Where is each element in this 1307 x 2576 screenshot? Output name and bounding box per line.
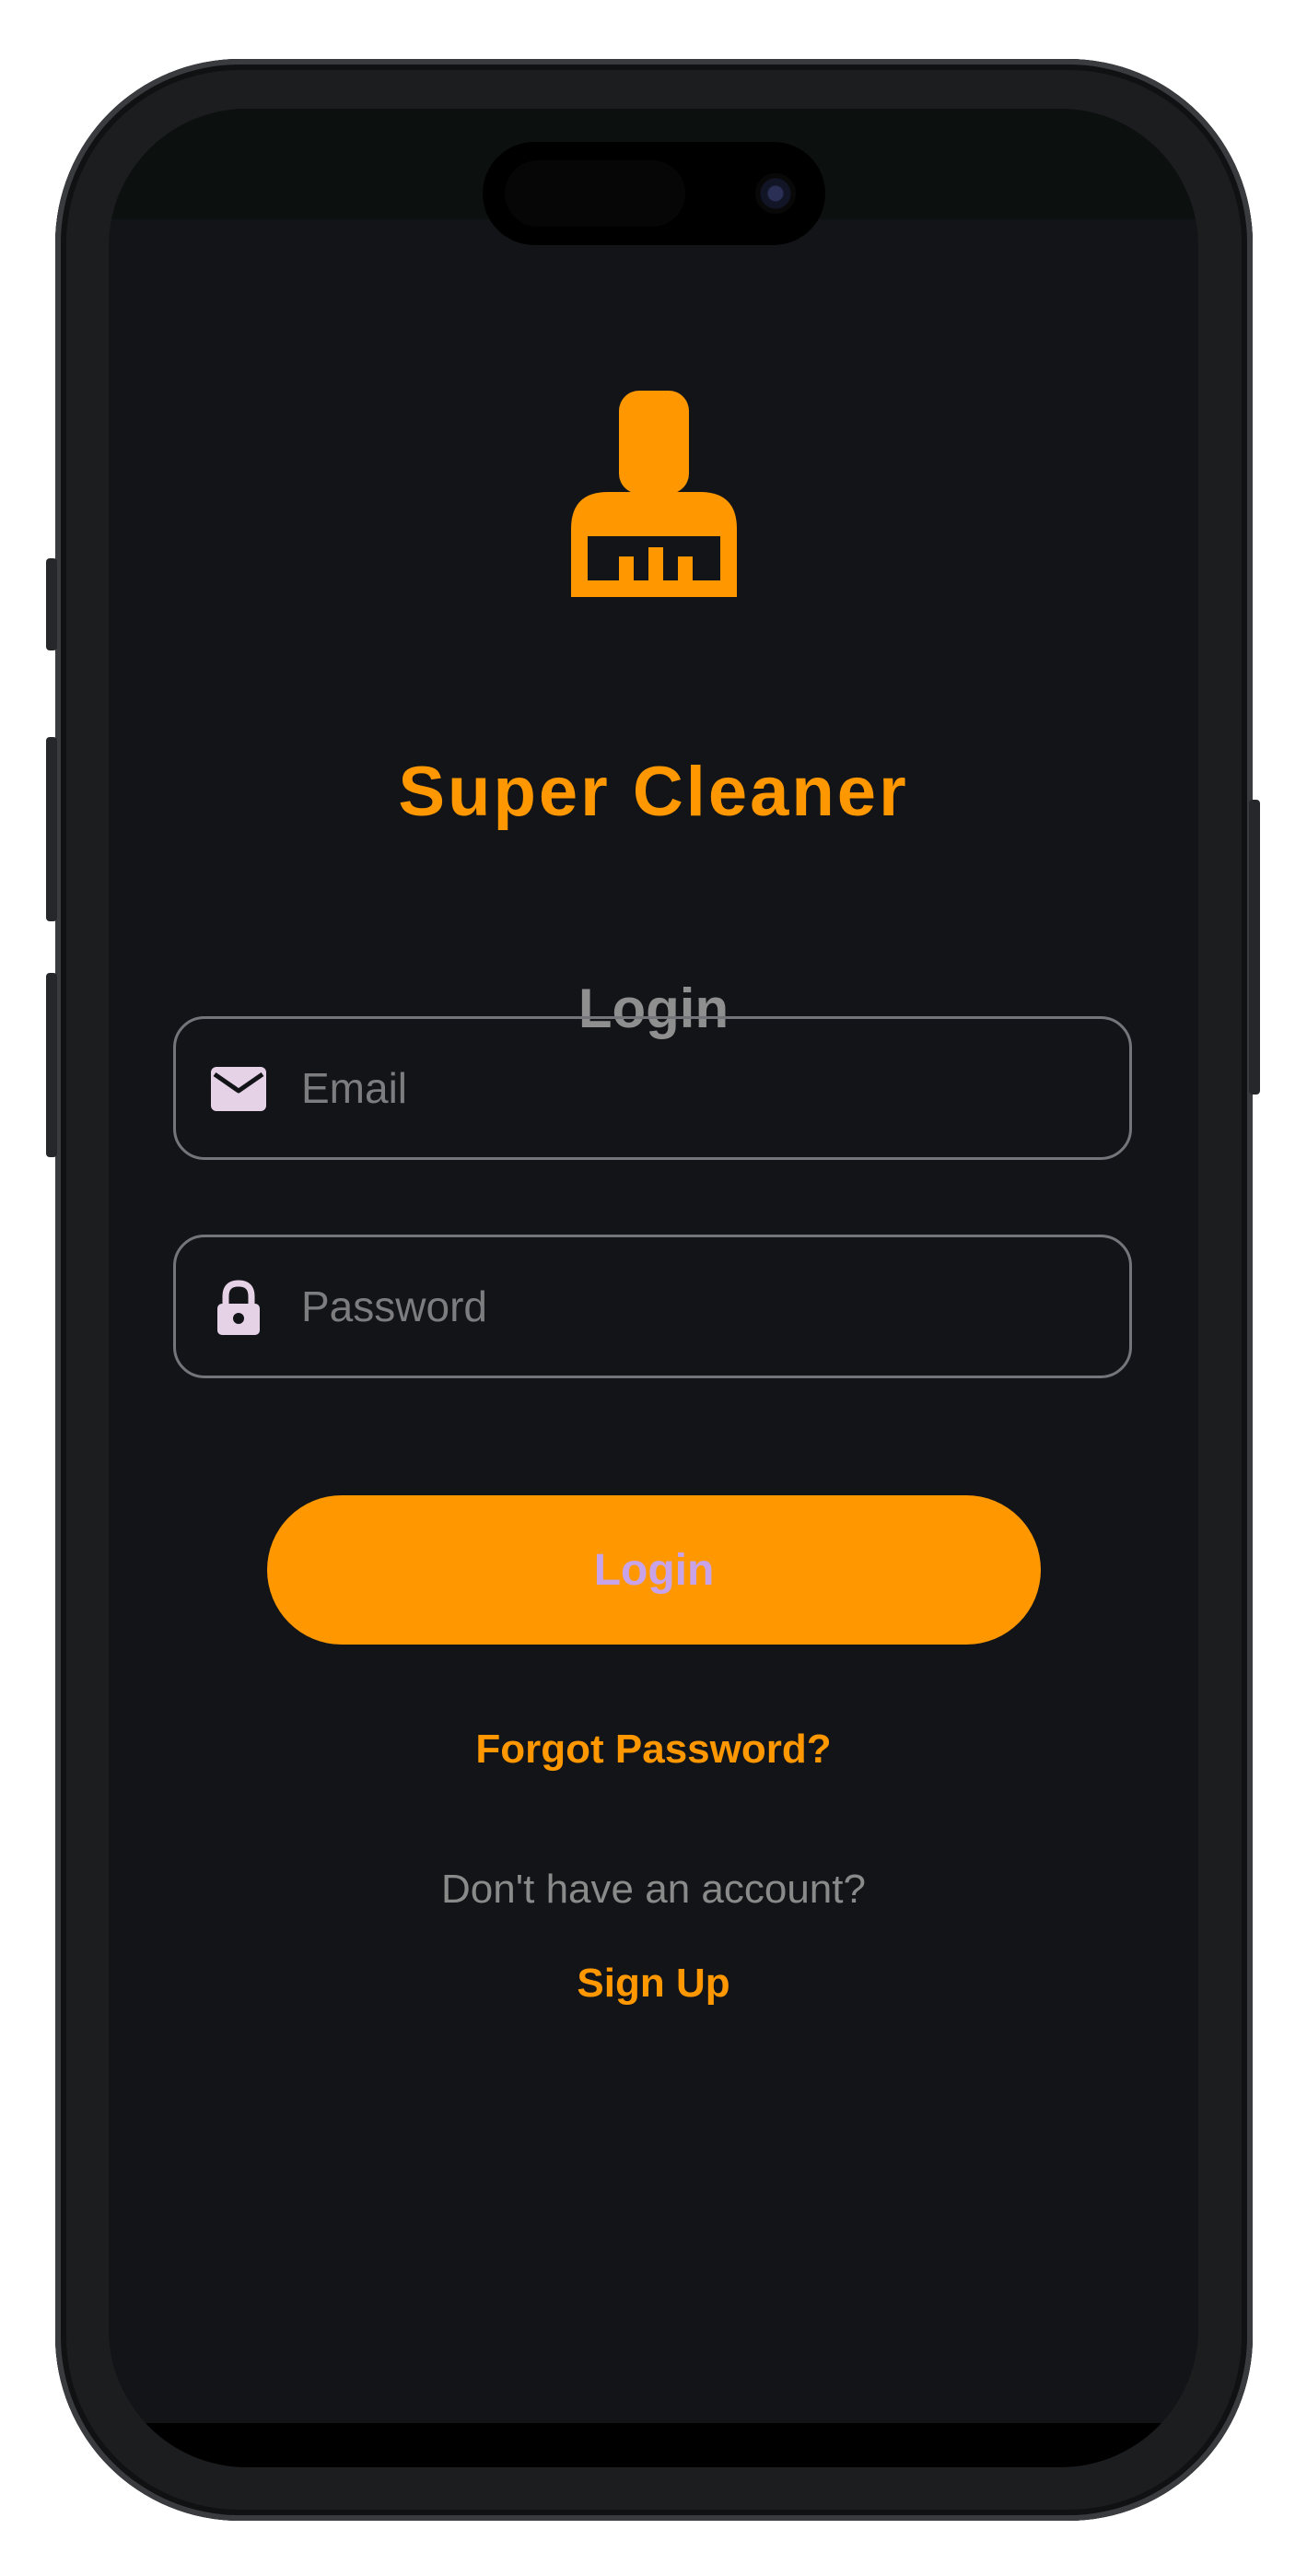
volume-down-button bbox=[46, 973, 57, 1157]
dynamic-island bbox=[483, 142, 825, 245]
action-button bbox=[46, 558, 57, 650]
volume-up-button bbox=[46, 737, 57, 921]
no-account-text: Don't have an account? bbox=[441, 1867, 866, 1912]
forgot-password-link[interactable]: Forgot Password? bbox=[109, 1727, 1198, 1773]
app-screen: Super Cleaner Login Login Forgot Passwor… bbox=[109, 109, 1198, 2467]
password-field[interactable] bbox=[173, 1235, 1132, 1378]
login-button[interactable]: Login bbox=[267, 1495, 1041, 1645]
email-input[interactable] bbox=[301, 1019, 1093, 1157]
lock-icon bbox=[209, 1278, 268, 1335]
bottom-bar bbox=[109, 2423, 1198, 2467]
broom-icon bbox=[562, 391, 746, 597]
mail-icon bbox=[209, 1063, 268, 1117]
password-input[interactable] bbox=[301, 1237, 1093, 1376]
power-button bbox=[1249, 800, 1260, 1095]
sign-up-link[interactable]: Sign Up bbox=[109, 1961, 1198, 2007]
email-field[interactable] bbox=[173, 1016, 1132, 1160]
app-title: Super Cleaner bbox=[398, 753, 909, 831]
front-camera bbox=[755, 173, 796, 214]
